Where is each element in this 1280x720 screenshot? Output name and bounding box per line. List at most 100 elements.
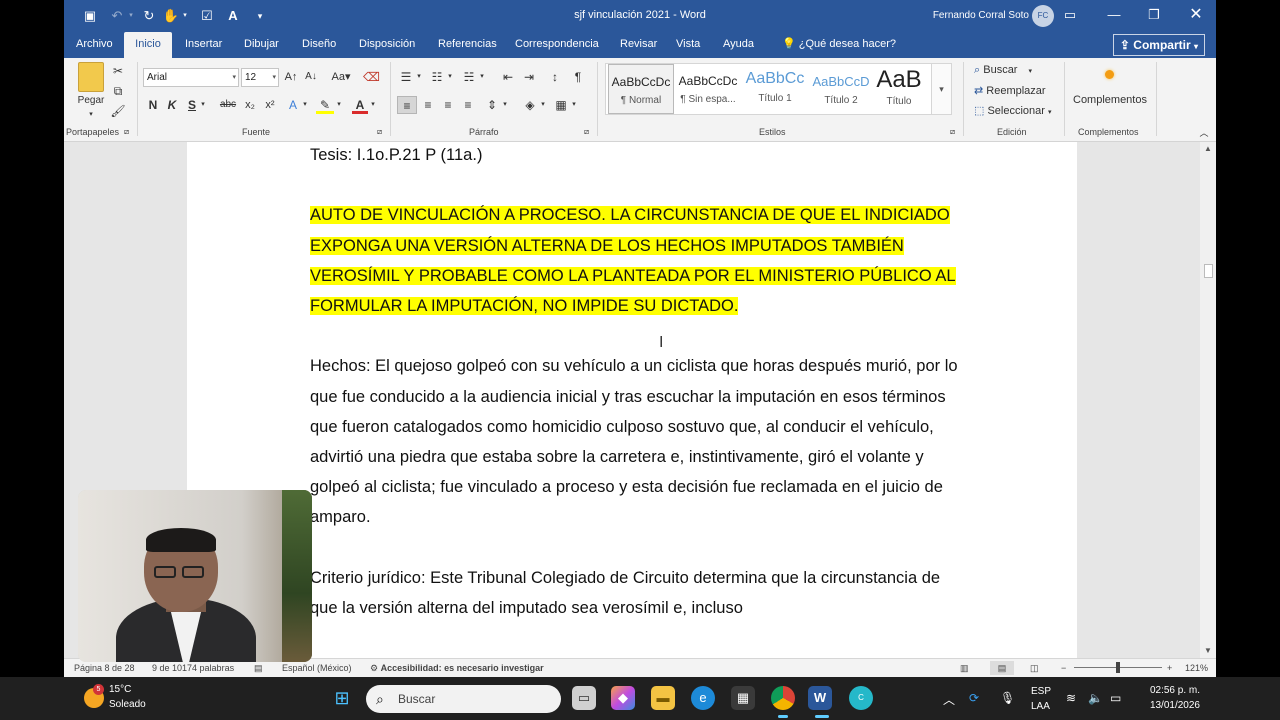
font-name-combo[interactable]: Arial ▾ bbox=[143, 68, 239, 87]
borders-icon[interactable]: ▦ bbox=[553, 96, 569, 114]
numbering-dropdown-icon[interactable]: ▾ bbox=[446, 68, 454, 86]
subscript-button[interactable]: x₂ bbox=[242, 96, 258, 114]
sync-icon[interactable]: ⟳ bbox=[969, 691, 979, 705]
replace-button[interactable]: ⇄ Reemplazar bbox=[974, 84, 1046, 97]
multilevel-dropdown-icon[interactable]: ▾ bbox=[478, 68, 486, 86]
tab-correspondencia[interactable]: Correspondencia bbox=[507, 32, 607, 58]
ribbon-display-icon[interactable]: ▭ bbox=[1050, 0, 1090, 32]
proofing-icon[interactable]: ▤ bbox=[254, 663, 263, 674]
cut-icon[interactable]: ✂ bbox=[110, 62, 126, 80]
microphone-icon[interactable]: 🎙 bbox=[1000, 691, 1015, 705]
wifi-icon[interactable]: ≋ bbox=[1066, 691, 1076, 705]
tab-referencias[interactable]: Referencias bbox=[430, 32, 505, 58]
clock-time[interactable]: 02:56 p. m. bbox=[1146, 685, 1200, 696]
tab-archivo[interactable]: Archivo bbox=[68, 32, 121, 58]
word-count[interactable]: 9 de 10174 palabras bbox=[152, 663, 234, 673]
store-icon[interactable]: ▦ bbox=[731, 686, 755, 710]
weather-temp[interactable]: 15°C bbox=[109, 684, 131, 695]
tab-dibujar[interactable]: Dibujar bbox=[236, 32, 287, 58]
start-icon[interactable]: ⊞ bbox=[330, 686, 354, 710]
taskbar-search[interactable]: ⌕ Buscar bbox=[366, 685, 561, 713]
select-button[interactable]: ⬚ Seleccionar ▾ bbox=[974, 104, 1052, 117]
share-button[interactable]: ⇪ Compartir ▾ bbox=[1112, 34, 1205, 56]
clock-date[interactable]: 13/01/2026 bbox=[1136, 700, 1200, 711]
web-layout-icon[interactable]: ◫ bbox=[1030, 663, 1039, 674]
bullets-dropdown-icon[interactable]: ▾ bbox=[415, 68, 423, 86]
style-title[interactable]: AaB Título bbox=[866, 64, 932, 114]
tab-ayuda[interactable]: Ayuda bbox=[715, 32, 762, 58]
document-text[interactable]: Tesis: I.1o.P.21 P (11a.) AUTO DE VINCUL… bbox=[310, 140, 960, 653]
bold-button[interactable]: N bbox=[146, 96, 160, 114]
volume-icon[interactable]: 🔈 bbox=[1088, 691, 1103, 705]
chrome-icon[interactable] bbox=[771, 686, 795, 710]
numbering-icon[interactable]: ☷ bbox=[429, 68, 445, 86]
font-color-dropdown-icon[interactable]: ▾ bbox=[369, 96, 377, 114]
tab-diseno[interactable]: Diseño bbox=[294, 32, 344, 58]
show-marks-icon[interactable]: ¶ bbox=[570, 68, 586, 86]
shading-dropdown-icon[interactable]: ▾ bbox=[539, 96, 547, 114]
style-no-spacing[interactable]: AaBbCcDc ¶ Sin espa... bbox=[674, 64, 742, 114]
format-painter-icon[interactable]: 🖌 bbox=[110, 102, 126, 120]
superscript-button[interactable]: x² bbox=[262, 96, 278, 114]
paste-icon[interactable] bbox=[78, 62, 104, 92]
document-page[interactable]: Tesis: I.1o.P.21 P (11a.) AUTO DE VINCUL… bbox=[187, 142, 1077, 658]
addins-icon[interactable] bbox=[1105, 70, 1114, 79]
shrink-font-icon[interactable]: A↓ bbox=[303, 68, 319, 86]
align-left-icon[interactable]: ≡ bbox=[397, 96, 417, 114]
edge-icon[interactable]: e bbox=[691, 686, 715, 710]
tell-me-search[interactable]: 💡 ¿Qué desea hacer? bbox=[782, 32, 896, 58]
battery-icon[interactable]: ▭ bbox=[1110, 691, 1121, 705]
tab-insertar[interactable]: Insertar bbox=[177, 32, 230, 58]
show-hidden-icons-icon[interactable]: ︿ bbox=[943, 691, 955, 708]
tab-revisar[interactable]: Revisar bbox=[612, 32, 665, 58]
italic-button[interactable]: K bbox=[165, 96, 179, 114]
zoom-out-icon[interactable]: − bbox=[1061, 663, 1066, 673]
paragraph-launcher-icon[interactable]: ⧄ bbox=[584, 127, 589, 137]
collapse-ribbon-icon[interactable]: ︿ bbox=[1198, 124, 1210, 142]
font-color-icon[interactable]: A bbox=[352, 96, 368, 114]
increase-indent-icon[interactable]: ⇥ bbox=[521, 68, 537, 86]
text-effects-dropdown-icon[interactable]: ▾ bbox=[301, 96, 309, 114]
vertical-scrollbar[interactable]: ▲ ▼ bbox=[1200, 142, 1216, 658]
language-bottom[interactable]: LAA bbox=[1031, 701, 1050, 712]
find-button[interactable]: ⌕ Buscar ▾ bbox=[974, 64, 1032, 77]
restore-button[interactable]: ❐ bbox=[1134, 0, 1174, 32]
highlight-icon[interactable]: ✎ bbox=[316, 96, 334, 114]
underline-button[interactable]: S bbox=[185, 96, 199, 114]
task-view-icon[interactable]: ▭ bbox=[572, 686, 596, 710]
close-button[interactable]: ✕ bbox=[1176, 0, 1216, 32]
language-indicator[interactable]: Español (México) bbox=[282, 663, 352, 673]
scroll-down-icon[interactable]: ▼ bbox=[1200, 644, 1216, 658]
zoom-in-icon[interactable]: + bbox=[1167, 663, 1172, 673]
styles-more-icon[interactable]: ▾ bbox=[931, 63, 952, 115]
zoom-level[interactable]: 121% bbox=[1185, 663, 1208, 673]
decrease-indent-icon[interactable]: ⇤ bbox=[500, 68, 516, 86]
align-center-icon[interactable]: ≡ bbox=[419, 96, 437, 114]
style-heading-2[interactable]: AaBbCcD Título 2 bbox=[808, 64, 874, 114]
weather-desc[interactable]: Soleado bbox=[109, 699, 146, 710]
justify-icon[interactable]: ≡ bbox=[459, 96, 477, 114]
print-layout-icon[interactable]: ▤ bbox=[990, 661, 1014, 675]
clear-formatting-icon[interactable]: ⌫ bbox=[363, 68, 380, 86]
styles-launcher-icon[interactable]: ⧄ bbox=[950, 127, 955, 137]
font-launcher-icon[interactable]: ⧄ bbox=[377, 127, 382, 137]
underline-dropdown-icon[interactable]: ▾ bbox=[199, 96, 207, 114]
clipboard-launcher-icon[interactable]: ⧄ bbox=[124, 127, 129, 137]
font-size-combo[interactable]: 12 ▾ bbox=[241, 68, 279, 87]
tab-inicio[interactable]: Inicio bbox=[124, 32, 172, 58]
line-spacing-dropdown-icon[interactable]: ▾ bbox=[501, 96, 509, 114]
scroll-up-icon[interactable]: ▲ bbox=[1200, 142, 1216, 156]
style-heading-1[interactable]: AaBbCc Título 1 bbox=[742, 64, 808, 114]
multilevel-list-icon[interactable]: ☵ bbox=[461, 68, 477, 86]
copy-icon[interactable]: ⧉ bbox=[110, 82, 126, 100]
align-right-icon[interactable]: ≡ bbox=[439, 96, 457, 114]
borders-dropdown-icon[interactable]: ▾ bbox=[570, 96, 578, 114]
shading-icon[interactable]: ◈ bbox=[522, 96, 538, 114]
paste-dropdown-icon[interactable]: ▾ bbox=[85, 106, 97, 124]
minimize-button[interactable]: — bbox=[1094, 0, 1134, 32]
language-top[interactable]: ESP bbox=[1031, 686, 1051, 697]
change-case-icon[interactable]: Aa▾ bbox=[328, 68, 354, 86]
copilot-icon[interactable]: ◆ bbox=[611, 686, 635, 710]
line-spacing-icon[interactable]: ⇕ bbox=[484, 96, 500, 114]
tab-disposicion[interactable]: Disposición bbox=[351, 32, 423, 58]
